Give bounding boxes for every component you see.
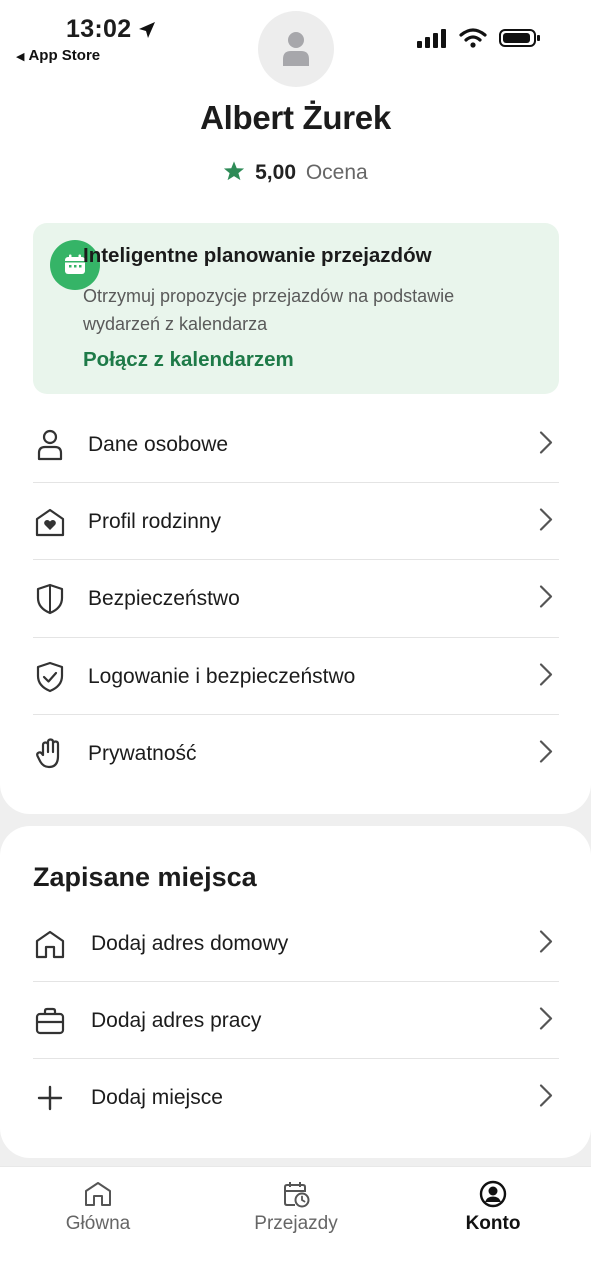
promo-title: Inteligentne planowanie przejazdów [83, 244, 432, 267]
menu-item-login-security[interactable]: Logowanie i bezpieczeństwo [33, 638, 559, 715]
home-icon [33, 927, 67, 961]
menu-item-family-profile[interactable]: Profil rodzinny [33, 483, 559, 560]
connect-calendar-link[interactable]: Połącz z kalendarzem [83, 348, 294, 372]
menu-item-label: Prywatność [88, 741, 197, 765]
chevron-right-icon [539, 507, 553, 536]
location-arrow-icon [139, 22, 156, 38]
hand-icon [33, 737, 67, 771]
tab-label: Główna [65, 1213, 131, 1234]
family-house-icon [33, 505, 67, 539]
saved-place-label: Dodaj adres pracy [91, 1008, 262, 1032]
menu-item-label: Dane osobowe [88, 432, 229, 456]
chevron-right-icon [539, 739, 553, 768]
avatar[interactable] [258, 11, 334, 87]
back-to-app-store[interactable]: ◀ App Store [16, 47, 100, 64]
person-icon [33, 428, 67, 462]
status-indicators [417, 28, 541, 48]
menu-item-label: Bezpieczeństwo [88, 586, 240, 610]
star-icon [224, 161, 245, 181]
avatar-person-icon [283, 32, 309, 66]
rating-value: 5,00 [255, 161, 296, 184]
menu-item-personal-data[interactable]: Dane osobowe [33, 406, 559, 483]
chevron-right-icon [539, 1083, 553, 1112]
shield-icon [33, 582, 67, 616]
chevron-right-icon [539, 929, 553, 958]
saved-places-title: Zapisane miejsca [33, 862, 257, 892]
wifi-icon [459, 28, 487, 48]
plus-icon [33, 1081, 67, 1115]
add-home-address[interactable]: Dodaj adres domowy [33, 905, 559, 982]
chevron-right-icon [539, 1006, 553, 1035]
saved-place-label: Dodaj adres domowy [91, 931, 289, 955]
add-place[interactable]: Dodaj miejsce [33, 1059, 559, 1136]
account-circle-icon [418, 1179, 568, 1209]
back-triangle-icon: ◀ [16, 51, 25, 63]
profile-name: Albert Żurek [200, 99, 391, 136]
rating: 5,00 Ocena [0, 160, 591, 185]
back-label: App Store [28, 47, 101, 64]
battery-icon [499, 29, 540, 47]
saved-place-label: Dodaj miejsce [91, 1085, 223, 1109]
tab-bar: Główna Przejazdy Konto [0, 1166, 591, 1280]
tab-account[interactable]: Konto [418, 1179, 568, 1235]
menu-item-safety[interactable]: Bezpieczeństwo [33, 560, 559, 637]
calendar-clock-icon [221, 1179, 371, 1209]
time-text: 13:02 [66, 15, 132, 43]
home-icon [23, 1179, 173, 1209]
tab-rides[interactable]: Przejazdy [221, 1179, 371, 1235]
menu-item-label: Profil rodzinny [88, 509, 222, 533]
chevron-right-icon [539, 430, 553, 459]
status-time: 13:02 [66, 15, 157, 44]
tab-home[interactable]: Główna [23, 1179, 173, 1235]
promo-description: Otrzymuj propozycje przejazdów na podsta… [83, 286, 455, 334]
shield-check-icon [33, 660, 67, 694]
rating-label: Ocena [305, 161, 368, 184]
signal-icon [417, 29, 446, 48]
chevron-right-icon [539, 662, 553, 691]
chevron-right-icon [539, 584, 553, 613]
menu-item-privacy[interactable]: Prywatność [33, 715, 559, 792]
tab-label: Przejazdy [254, 1213, 338, 1234]
tab-label: Konto [465, 1213, 521, 1234]
briefcase-icon [33, 1004, 67, 1038]
add-work-address[interactable]: Dodaj adres pracy [33, 982, 559, 1059]
menu-item-label: Logowanie i bezpieczeństwo [88, 664, 356, 688]
